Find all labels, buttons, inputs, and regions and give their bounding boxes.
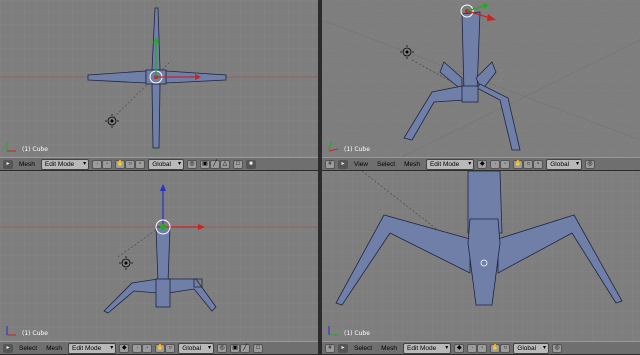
viewport-perspective-scene — [322, 0, 640, 157]
orientation-select[interactable]: Global — [546, 158, 583, 170]
menu-icon[interactable]: ▸ — [338, 159, 348, 169]
snap-icon[interactable]: ◎ — [217, 343, 228, 353]
viewport-side-zoomed[interactable]: (1) Cube — [322, 171, 640, 341]
edge-icon[interactable]: ╱ — [209, 159, 220, 169]
rotate-icon[interactable]: ○ — [125, 159, 136, 169]
header-bottom-right: # ▸ Select Mesh Edit Mode ◆ ·◦ ✋○ Global… — [322, 341, 640, 354]
vertex-icon[interactable]: · — [92, 159, 103, 169]
manipulator-icon[interactable]: ✋ — [513, 159, 524, 169]
viewport-perspective[interactable]: (1) Cube — [322, 0, 640, 157]
viewport-label: (1) Cube — [344, 330, 370, 337]
vertex-icon[interactable]: · — [467, 343, 478, 353]
manipulator-icon[interactable]: ✋ — [115, 159, 126, 169]
header-top-left: ▸ Mesh Edit Mode ·◦ ✋○▫ Global ◎ ▣╱△ □ ■ — [0, 157, 318, 170]
mode-select[interactable]: Edit Mode — [402, 342, 452, 354]
axis-gizmo-icon — [6, 142, 16, 152]
mesh-icon[interactable]: ◆ — [477, 159, 488, 169]
pivot-icon[interactable]: ◦ — [102, 159, 113, 169]
snap-icon[interactable]: ◎ — [552, 343, 563, 353]
menu-icon[interactable]: ▸ — [338, 343, 348, 353]
viewport-front-scene — [0, 171, 318, 341]
face-icon[interactable]: ▣ — [199, 159, 210, 169]
scale-icon[interactable]: ▫ — [135, 159, 146, 169]
menu-select[interactable]: Select — [374, 160, 398, 169]
menu-view[interactable]: View — [351, 160, 371, 169]
menu-select[interactable]: Select — [351, 344, 375, 353]
menu-mesh[interactable]: Mesh — [401, 160, 423, 169]
menu-mesh[interactable]: Mesh — [378, 344, 400, 353]
orientation-select[interactable]: Global — [178, 342, 215, 354]
snap-icon[interactable]: ◎ — [585, 159, 596, 169]
axis-gizmo-icon — [6, 326, 16, 336]
scale-icon[interactable]: ▫ — [533, 159, 544, 169]
orientation-select[interactable]: Global — [148, 158, 184, 170]
header-bottom-left: ▸ Select Mesh Edit Mode ◆ ·◦ ✋○ Global ◎… — [0, 341, 318, 354]
menu-icon[interactable]: ▸ — [3, 343, 13, 353]
pivot-icon[interactable]: ◦ — [477, 343, 488, 353]
occlude-icon[interactable]: □ — [253, 343, 264, 353]
rotate-icon[interactable]: ○ — [500, 343, 511, 353]
mesh-icon[interactable]: ◆ — [454, 343, 465, 353]
viewport-label: (1) Cube — [22, 146, 48, 153]
viewport-front[interactable]: (1) Cube — [0, 171, 318, 341]
rotate-icon[interactable]: ○ — [523, 159, 534, 169]
grid-icon[interactable]: # — [325, 343, 335, 353]
render-icon[interactable]: ■ — [245, 159, 256, 169]
face-icon[interactable]: ▣ — [230, 343, 241, 353]
axis-gizmo-icon — [328, 141, 339, 152]
manipulator-icon[interactable]: ✋ — [155, 343, 166, 353]
rotate-icon[interactable]: ○ — [165, 343, 176, 353]
grid-icon[interactable]: # — [325, 159, 335, 169]
viewport-label: (1) Cube — [344, 146, 370, 153]
viewport-label: (1) Cube — [22, 330, 48, 337]
mesh-icon[interactable]: ◆ — [119, 343, 130, 353]
viewport-top-scene — [0, 0, 318, 157]
orientation-select[interactable]: Global — [513, 342, 550, 354]
vertex-icon[interactable]: · — [132, 343, 143, 353]
menu-mesh[interactable]: Mesh — [43, 344, 65, 353]
mode-select[interactable]: Edit Mode — [40, 158, 90, 170]
axis-gizmo-icon — [328, 326, 338, 336]
edge-icon[interactable]: ╱ — [240, 343, 251, 353]
viewport-top[interactable]: (1) Cube — [0, 0, 318, 157]
menu-mesh[interactable]: Mesh — [16, 160, 38, 169]
vertex-icon[interactable]: · — [490, 159, 501, 169]
pivot-icon[interactable]: ◦ — [500, 159, 511, 169]
manipulator-icon[interactable]: ✋ — [490, 343, 501, 353]
header-top-right: # ▸ View Select Mesh Edit Mode ◆ ·◦ ✋○▫ … — [322, 157, 640, 170]
menu-select[interactable]: Select — [16, 344, 40, 353]
menu-icon[interactable]: ▸ — [3, 159, 13, 169]
face-select-icon[interactable]: △ — [219, 159, 230, 169]
pivot-icon[interactable]: ◦ — [142, 343, 153, 353]
snap-icon[interactable]: ◎ — [186, 159, 197, 169]
mode-select[interactable]: Edit Mode — [67, 342, 117, 354]
viewport-side-scene — [322, 171, 640, 341]
mode-select[interactable]: Edit Mode — [425, 158, 475, 170]
occlude-icon[interactable]: □ — [232, 159, 243, 169]
